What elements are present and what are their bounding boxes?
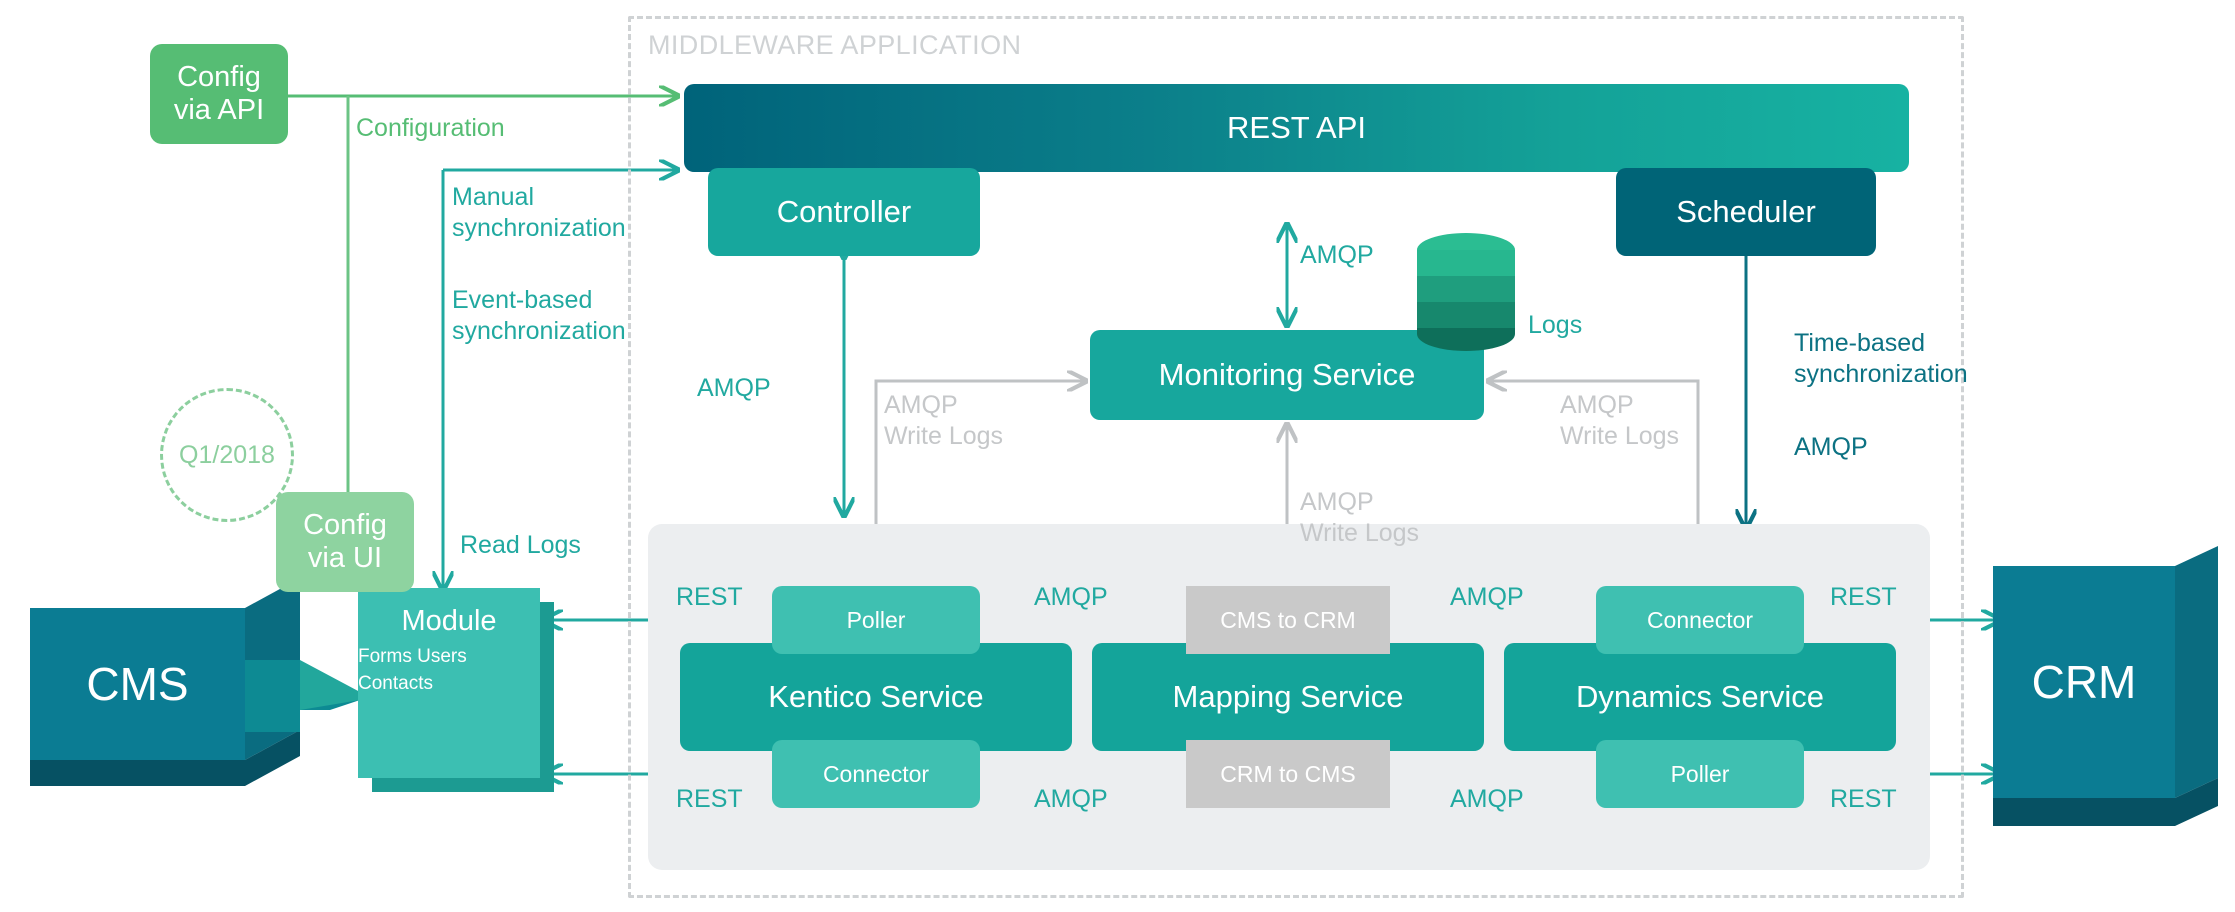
label-rest-cms-in: REST — [676, 583, 743, 611]
label-write-logs-left: AMQP Write Logs — [884, 391, 1004, 451]
architecture-diagram: MIDDLEWARE APPLICATION CMS CRM Module Fo… — [0, 0, 2235, 912]
dynamics-connector-box[interactable]: Connector — [1596, 586, 1804, 654]
label-amqp-scheduler: AMQP — [1794, 433, 1868, 461]
milestone-badge: Q1/2018 — [160, 388, 294, 522]
dynamics-service-box[interactable]: Dynamics Service — [1504, 643, 1896, 751]
label-rest-crm-out: REST — [1830, 785, 1897, 813]
label-configuration: Configuration — [356, 114, 505, 142]
cms-label: CMS — [86, 657, 189, 710]
module-title: Module — [401, 605, 497, 637]
label-read-logs: Read Logs — [460, 531, 581, 559]
kentico-connector-box[interactable]: Connector — [772, 740, 980, 808]
label-amqp-restapi: AMQP — [1300, 241, 1374, 269]
label-rest-cms-out: REST — [676, 785, 743, 813]
config-via-ui-box[interactable]: Config via UI — [276, 492, 414, 592]
middleware-title: MIDDLEWARE APPLICATION — [648, 30, 1022, 60]
cms-to-crm-queue[interactable]: CMS to CRM — [1186, 586, 1390, 654]
mapping-service-box[interactable]: Mapping Service — [1092, 643, 1484, 751]
dynamics-poller-box[interactable]: Poller — [1596, 740, 1804, 808]
label-amqp-d-to-map: AMQP — [1450, 785, 1524, 813]
logs-label: Logs — [1528, 311, 1583, 339]
config-via-api-box[interactable]: Config via API — [150, 44, 288, 144]
label-amqp-map-to-d: AMQP — [1450, 583, 1524, 611]
controller-box[interactable]: Controller — [708, 168, 980, 256]
label-amqp-controller: AMQP — [697, 374, 771, 402]
rest-api-bar[interactable]: REST API — [684, 84, 1909, 172]
monitoring-service-box[interactable]: Monitoring Service — [1090, 330, 1484, 420]
label-amqp-map-to-k: AMQP — [1034, 785, 1108, 813]
label-event-sync: Event-based synchronization — [452, 286, 626, 346]
scheduler-box[interactable]: Scheduler — [1616, 168, 1876, 256]
crm-to-cms-queue[interactable]: CRM to CMS — [1186, 740, 1390, 808]
module-card[interactable]: Module Forms Users Contacts — [358, 588, 540, 778]
label-write-logs-right: AMQP Write Logs — [1560, 391, 1680, 451]
label-manual-sync: Manual synchronization — [452, 183, 626, 243]
module-entities: Forms Users Contacts — [358, 645, 467, 694]
label-rest-crm-in: REST — [1830, 583, 1897, 611]
kentico-poller-box[interactable]: Poller — [772, 586, 980, 654]
label-time-sync: Time-based synchronization — [1794, 329, 1968, 389]
label-amqp-k-to-map: AMQP — [1034, 583, 1108, 611]
crm-label: CRM — [2031, 655, 2137, 708]
label-write-logs-center: AMQP Write Logs — [1300, 488, 1420, 548]
kentico-service-box[interactable]: Kentico Service — [680, 643, 1072, 751]
